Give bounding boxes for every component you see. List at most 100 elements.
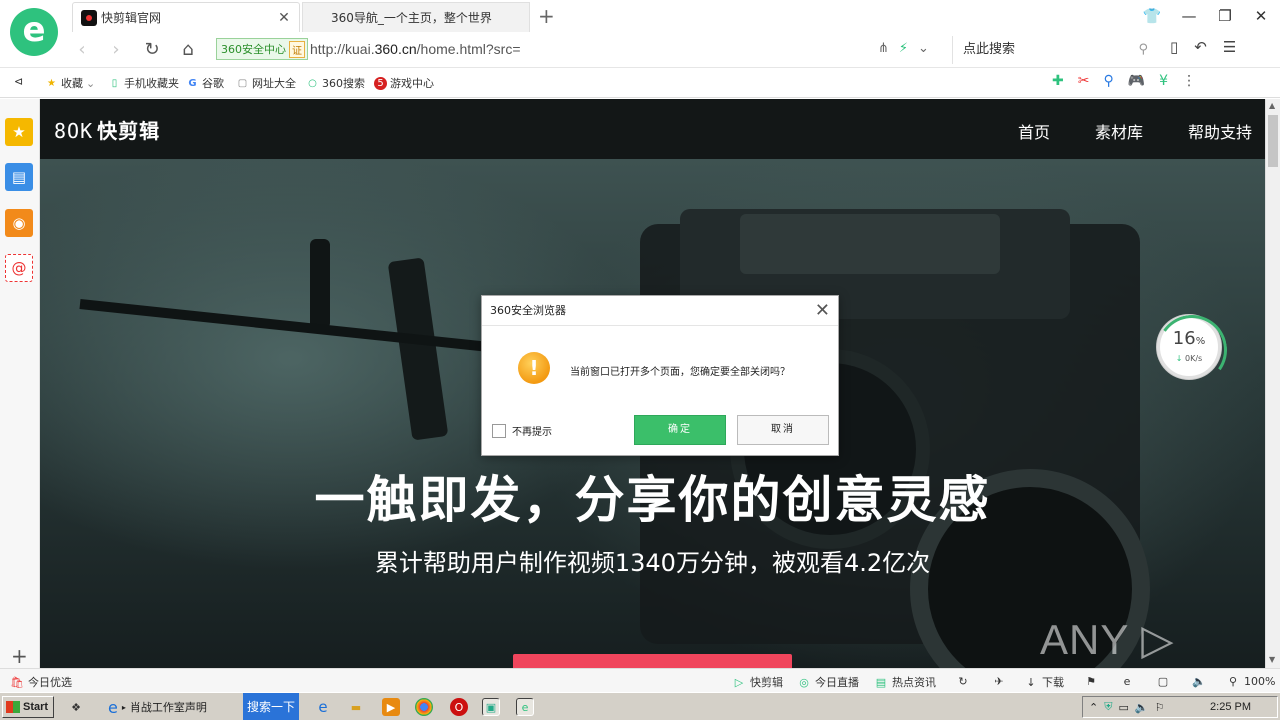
chrome-icon[interactable] (415, 698, 433, 716)
more-icon[interactable]: ⋮ (1182, 73, 1196, 89)
live-icon: ◎ (799, 675, 809, 689)
dialog-title-bar: 360安全浏览器 ✕ (482, 296, 838, 326)
bookmark-directory[interactable]: ▢ 网址大全 (236, 75, 296, 91)
kuaijianji-favicon-icon (81, 9, 97, 26)
left-sidebar: ★ ▤ ◉ @ + (0, 99, 40, 668)
status-download[interactable]: ↓ 下载 (1024, 674, 1064, 690)
taskbar-task-ie[interactable]: e ▸ 肖战工作室声明 (104, 696, 207, 718)
tab-close-icon[interactable]: ✕ (277, 10, 291, 26)
new-tab-icon[interactable]: + (538, 4, 555, 28)
windows-taskbar: Start ❖ e ▸ 肖战工作室声明 搜索一下 e ▬ ▶ O ▣ e ⌃ ⛨… (0, 692, 1280, 720)
restore-icon[interactable]: ❐ (1208, 4, 1242, 28)
bookmark-360search[interactable]: ○ 360搜索 (306, 75, 365, 91)
screenshot-icon[interactable]: ✂ (1078, 73, 1090, 89)
scroll-down-icon[interactable]: ▼ (1269, 655, 1275, 664)
taskbar-search-button[interactable]: 搜索一下 (243, 693, 299, 720)
nav-home[interactable]: 首页 (1018, 119, 1050, 143)
checkbox-box[interactable] (492, 423, 506, 438)
start-button[interactable]: Start (2, 696, 54, 718)
forward-icon[interactable]: › (104, 38, 128, 62)
today-picks[interactable]: 🛍 今日优选 (10, 674, 72, 690)
app-icon[interactable]: ▣ (482, 698, 500, 716)
favorites-star-icon[interactable]: ★ (5, 118, 33, 146)
scroll-up-icon[interactable]: ▲ (1269, 101, 1275, 110)
back-icon[interactable]: ‹ (70, 38, 94, 62)
zoom-level[interactable]: ⚲ 100% (1226, 674, 1275, 688)
quick-launch-icon[interactable]: ❖ (67, 698, 85, 716)
chevron-down-icon[interactable]: ⌄ (918, 41, 929, 56)
status-sound-icon[interactable]: 🔈 (1192, 674, 1206, 688)
speed-widget[interactable]: 16% ↓ 0K/s (1157, 315, 1221, 379)
ie-quicklaunch-icon[interactable]: e (314, 698, 332, 716)
dont-ask-checkbox[interactable]: 不再提示 (492, 423, 552, 438)
tab-360-nav[interactable]: 360导航_一个主页，整个世界 (302, 2, 530, 32)
zoom-icon: ⚲ (1228, 674, 1238, 688)
360browser-task-icon[interactable]: e (516, 698, 534, 716)
menu-icon[interactable]: ☰ (1223, 38, 1236, 56)
search-icon[interactable]: ⚲ (1138, 36, 1148, 64)
nav-help[interactable]: 帮助支持 (1188, 119, 1252, 143)
status-live[interactable]: ◎ 今日直播 (797, 674, 859, 690)
cancel-button[interactable]: 取消 (737, 415, 829, 445)
status-pin-icon[interactable]: ✈ (992, 674, 1006, 688)
download-icon: ↓ (1026, 675, 1036, 689)
network-tray-icon[interactable]: ▭ (1118, 701, 1128, 714)
download-button[interactable] (513, 654, 792, 668)
status-news[interactable]: ▤ 热点资讯 (874, 674, 936, 690)
minimize-icon[interactable]: — (1172, 4, 1206, 28)
weibo-icon[interactable]: ◉ (5, 209, 33, 237)
status-window-icon[interactable]: ▢ (1156, 674, 1170, 688)
bookmark-google[interactable]: G 谷歌 (186, 75, 224, 91)
flag-tray-icon[interactable]: ⚐ (1155, 701, 1165, 714)
volume-tray-icon[interactable]: 🔈 (1135, 701, 1149, 714)
media-player-icon[interactable]: ▶ (382, 698, 400, 716)
game-icon: 5 (374, 76, 387, 90)
browser-logo-icon[interactable]: e (10, 8, 58, 56)
status-ie-icon[interactable]: e (1120, 674, 1134, 688)
close-window-icon[interactable]: ✕ (1244, 4, 1278, 28)
skin-icon[interactable]: 👕 (1135, 4, 1169, 28)
tray-expand-icon[interactable]: ⌃ (1089, 701, 1098, 714)
nav-library[interactable]: 素材库 (1095, 119, 1143, 143)
add-sidebar-icon[interactable]: + (11, 644, 28, 668)
bookmark-mobile[interactable]: ▯ 手机收藏夹 (108, 75, 179, 91)
site-logo[interactable]: 8OK 快剪辑 (54, 115, 160, 144)
mail-icon[interactable]: @ (5, 254, 33, 282)
tab-bar: e 快剪辑官网 ✕ 360导航_一个主页，整个世界 + 👕 — ❐ ✕ (0, 0, 1280, 56)
money-icon[interactable]: ¥ (1159, 73, 1168, 89)
search-input[interactable]: 点此搜索 ⚲ (952, 36, 1156, 64)
status-flag-icon[interactable]: ⚑ (1084, 674, 1098, 688)
vertical-scrollbar[interactable]: ▲ ▼ (1265, 99, 1280, 668)
status-refresh-icon[interactable]: ↻ (956, 674, 970, 688)
site-header: 8OK 快剪辑 首页 素材库 帮助支持 (40, 99, 1265, 159)
close-confirm-dialog: 360安全浏览器 ✕ ! 当前窗口已打开多个页面，您确定要全部关闭吗？ 不再提示… (481, 295, 839, 456)
url-input[interactable]: http://kuai.360.cn/home.html?src= (310, 41, 521, 57)
confirm-button[interactable]: 确定 (634, 415, 726, 445)
shield-tray-icon[interactable]: ⛨ (1104, 700, 1112, 714)
checkbox-label: 不再提示 (512, 427, 552, 438)
undo-icon[interactable]: ↶ (1194, 38, 1207, 56)
folder-icon[interactable]: ▬ (347, 698, 365, 716)
reader-icon[interactable]: ▤ (5, 163, 33, 191)
accelerate-icon[interactable]: ⚡ (899, 41, 908, 56)
bookmark-games[interactable]: 5 游戏中心 (374, 75, 434, 91)
home-icon[interactable]: ⌂ (176, 38, 200, 62)
windows-logo-icon (6, 701, 20, 713)
gamepad-icon[interactable]: 🎮 (1128, 73, 1145, 89)
hero-subline: 累计帮助用户制作视频1340万分钟，被观看4.2亿次 (374, 549, 931, 577)
translate-icon[interactable]: ✚ (1052, 73, 1064, 89)
opera-icon[interactable]: O (450, 698, 468, 716)
share-icon[interactable]: ⋔ (878, 41, 889, 56)
mobile-icon[interactable]: ▯ (1170, 38, 1178, 56)
tab-kuaijianji[interactable]: 快剪辑官网 ✕ (72, 2, 300, 32)
status-kuaijianji[interactable]: ▷ 快剪辑 (732, 674, 783, 690)
scroll-thumb[interactable] (1268, 115, 1278, 167)
ie-icon: e (108, 697, 118, 717)
dialog-close-icon[interactable]: ✕ (815, 296, 830, 326)
sidebar-toggle-icon[interactable]: ⊲ (14, 75, 23, 88)
reload-icon[interactable]: ↻ (140, 38, 164, 62)
security-badge-label: 360安全中心 (221, 43, 286, 56)
security-badge[interactable]: 360安全中心 证 (216, 38, 308, 60)
magnifier-icon[interactable]: ⚲ (1103, 73, 1113, 89)
bookmark-favorites[interactable]: ★ 收藏 ⌄ (45, 75, 95, 91)
